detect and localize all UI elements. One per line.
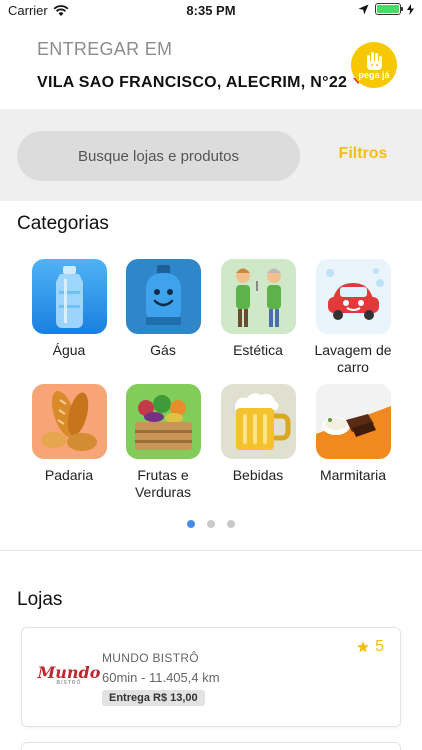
barbers-icon xyxy=(220,259,296,334)
delivery-header: ENTREGAR EM VILA SAO FRANCISCO, ALECRIM,… xyxy=(0,22,422,108)
section-divider xyxy=(0,550,422,551)
search-band: Busque lojas e produtos Filtros xyxy=(0,109,422,201)
bread-icon xyxy=(31,384,107,459)
car-wash-icon xyxy=(315,259,391,334)
delivery-address: VILA SAO FRANCISCO, ALECRIM, N°22 xyxy=(37,74,348,91)
stores-title: Lojas xyxy=(17,589,63,610)
delivery-fee-badge: Entrega R$ 13,00 xyxy=(102,690,205,706)
app-logo: pega já xyxy=(351,42,397,88)
page-dot[interactable] xyxy=(207,520,215,528)
store-eta-distance: 60min - 11.405,4 km xyxy=(102,670,220,685)
beer-mug-icon xyxy=(220,384,296,459)
category-label: Marmitaria xyxy=(319,467,387,483)
store-name: MUNDO BISTRÔ xyxy=(102,651,199,665)
category-label: Frutas e Verduras xyxy=(134,467,192,500)
filters-button[interactable]: Filtros xyxy=(318,145,408,163)
page-dot[interactable] xyxy=(227,520,235,528)
category-bebidas[interactable]: Bebidas xyxy=(210,384,306,484)
battery-icon xyxy=(375,3,403,15)
categories-title: Categorias xyxy=(17,213,109,234)
store-logo: Mundo BISTRÔ xyxy=(37,663,101,686)
category-label: Lavagem de carro xyxy=(314,342,392,375)
charging-bolt-icon xyxy=(407,3,414,15)
categories-pagination xyxy=(0,520,422,528)
delivery-address-selector[interactable]: VILA SAO FRANCISCO, ALECRIM, N°22 xyxy=(37,74,364,92)
vegetables-crate-icon xyxy=(125,384,201,459)
page-dot-active[interactable] xyxy=(187,520,195,528)
meal-plate-icon xyxy=(315,384,391,459)
hand-icon xyxy=(367,52,382,70)
star-icon xyxy=(357,641,369,653)
water-jug-icon xyxy=(31,259,107,334)
deliver-to-label: ENTREGAR EM xyxy=(37,39,173,59)
category-frutas-e-verduras[interactable]: Frutas e Verduras xyxy=(115,384,211,501)
rating-value: 5 xyxy=(375,638,384,655)
search-placeholder: Busque lojas e produtos xyxy=(78,147,239,165)
category-marmitaria[interactable]: Marmitaria xyxy=(305,384,401,484)
status-bar: Carrier 8:35 PM xyxy=(0,0,422,22)
category-label: Padaria xyxy=(44,467,94,483)
category-label: Gás xyxy=(150,342,176,358)
category-agua[interactable]: Água xyxy=(21,259,117,359)
app-logo-text: pega já xyxy=(358,70,390,80)
category-label: Água xyxy=(52,342,86,358)
search-input[interactable]: Busque lojas e produtos xyxy=(17,131,300,181)
store-card[interactable]: Mundo BISTRÔ MUNDO BISTRÔ 60min - 11.405… xyxy=(21,627,401,727)
category-label: Bebidas xyxy=(232,467,284,483)
store-rating: 5 xyxy=(356,638,384,656)
gas-cylinder-icon xyxy=(125,259,201,334)
category-estetica[interactable]: Estética xyxy=(210,259,306,359)
category-label: Estética xyxy=(233,342,283,358)
category-gas[interactable]: Gás xyxy=(115,259,211,359)
category-lavagem-de-carro[interactable]: Lavagem de carro xyxy=(305,259,401,376)
category-padaria[interactable]: Padaria xyxy=(21,384,117,484)
location-arrow-icon xyxy=(358,4,369,14)
store-card-partial[interactable] xyxy=(21,742,401,750)
